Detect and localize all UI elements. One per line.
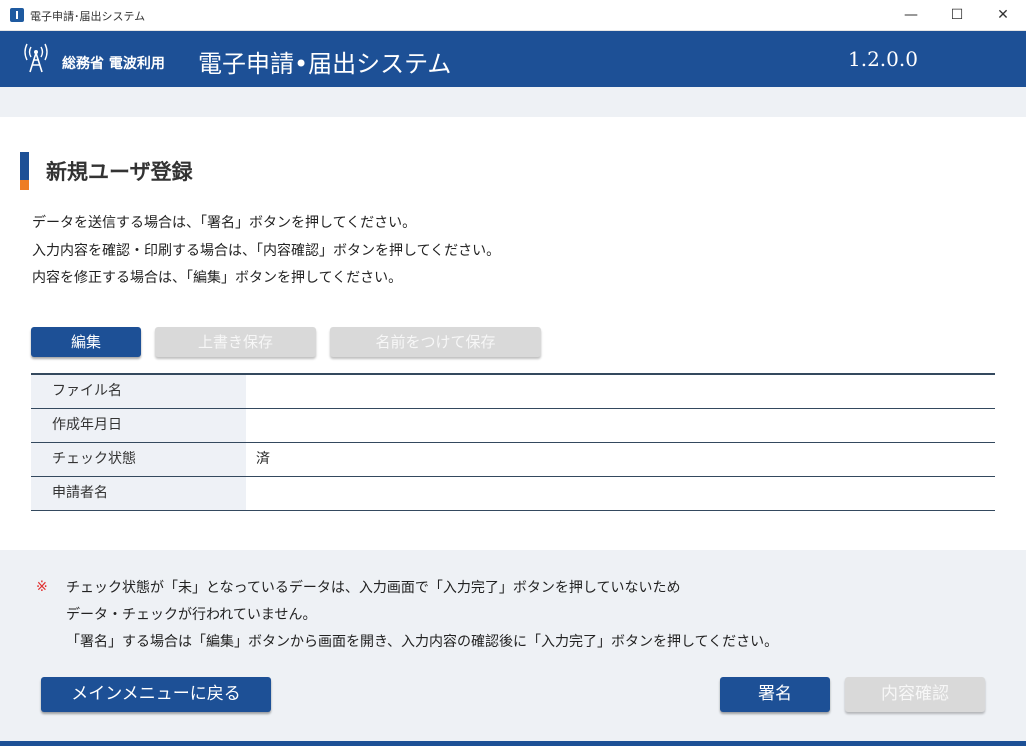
- row-value: [246, 477, 995, 510]
- edit-button[interactable]: 編集: [31, 327, 141, 357]
- version-label: 1.2.0.0: [848, 47, 918, 71]
- system-name: 電子申請•届出システム: [198, 50, 452, 78]
- note-line: データ・チェックが行われていません。: [66, 607, 317, 623]
- overwrite-save-button[interactable]: 上書き保存: [155, 327, 316, 357]
- title-accent: [20, 152, 29, 190]
- row-label: 申請者名: [31, 477, 246, 510]
- window-bottom-edge: [0, 741, 1026, 746]
- table-row: 申請者名: [31, 477, 995, 511]
- app-icon: [10, 8, 24, 22]
- save-as-button[interactable]: 名前をつけて保存: [330, 327, 541, 357]
- close-button[interactable]: ✕: [980, 0, 1026, 31]
- note-mark: ※: [36, 579, 48, 595]
- table-row: 作成年月日: [31, 409, 995, 443]
- row-value: 済: [256, 451, 270, 467]
- table-row: チェック状態 済: [31, 443, 995, 477]
- instruction-line: 内容を修正する場合は、「編集」ボタンを押してください。: [32, 270, 403, 286]
- minimize-button[interactable]: —: [888, 0, 934, 31]
- row-value: [246, 375, 995, 408]
- maximize-button[interactable]: ☐: [934, 0, 980, 31]
- row-label: 作成年月日: [31, 409, 246, 442]
- instruction-line: 入力内容を確認・印刷する場合は、「内容確認」ボタンを押してください。: [32, 243, 501, 259]
- file-info-table: ファイル名 作成年月日 チェック状態 済 申請者名: [31, 373, 995, 511]
- window-titlebar: 電子申請･届出システム — ☐ ✕: [0, 0, 1026, 31]
- org-name: 総務省 電波利用: [62, 56, 165, 72]
- confirm-button[interactable]: 内容確認: [845, 677, 985, 712]
- table-row: ファイル名: [31, 375, 995, 409]
- app-header: 総務省 電波利用 電子申請•届出システム 1.2.0.0: [0, 31, 1026, 87]
- row-value: [246, 409, 995, 442]
- header-spacer: [0, 87, 1026, 117]
- radio-tower-icon: [24, 43, 48, 73]
- row-label: チェック状態: [31, 443, 246, 476]
- main-menu-button[interactable]: メインメニューに戻る: [41, 677, 271, 712]
- note-line: 「署名」する場合は「編集」ボタンから画面を開き、入力内容の確認後に「入力完了」ボ…: [66, 634, 779, 650]
- row-label: ファイル名: [31, 375, 246, 408]
- page-title: 新規ユーザ登録: [46, 160, 193, 184]
- note-line: チェック状態が「未」となっているデータは、入力画面で「入力完了」ボタンを押してい…: [66, 580, 681, 596]
- instruction-line: データを送信する場合は、「署名」ボタンを押してください。: [32, 215, 417, 231]
- window-title: 電子申請･届出システム: [30, 10, 146, 23]
- sign-button[interactable]: 署名: [720, 677, 830, 712]
